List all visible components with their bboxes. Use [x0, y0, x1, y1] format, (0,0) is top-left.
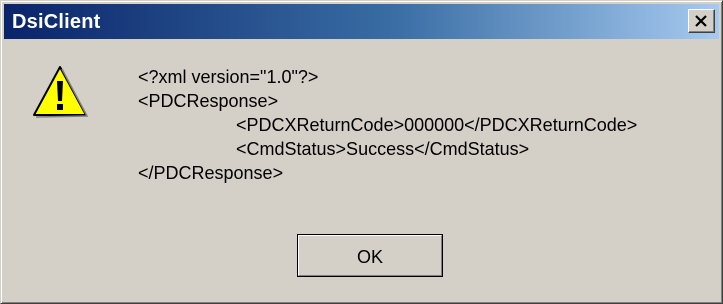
- warning-icon: [33, 66, 88, 118]
- message-line: <PDCXReturnCode>000000</PDCXReturnCode>: [236, 115, 638, 135]
- ok-button[interactable]: OK: [297, 234, 443, 277]
- ok-button-bevel: OK: [298, 235, 442, 276]
- dialog-window: DsiClient <?xml version="1.0"?> <PDCResp…: [0, 0, 723, 304]
- ok-button-label: OK: [356, 247, 383, 267]
- window-title: DsiClient: [12, 11, 101, 33]
- title-bar[interactable]: DsiClient: [4, 4, 719, 39]
- message-line: <PDCResponse>: [138, 91, 279, 111]
- close-icon: [695, 15, 707, 27]
- message-line: </PDCResponse>: [138, 163, 284, 183]
- message-text: <?xml version="1.0"?> <PDCResponse> <PDC…: [138, 65, 718, 185]
- message-line: <?xml version="1.0"?>: [138, 67, 319, 87]
- message-line: <CmdStatus>Success</CmdStatus>: [236, 139, 530, 159]
- close-button[interactable]: [688, 9, 715, 33]
